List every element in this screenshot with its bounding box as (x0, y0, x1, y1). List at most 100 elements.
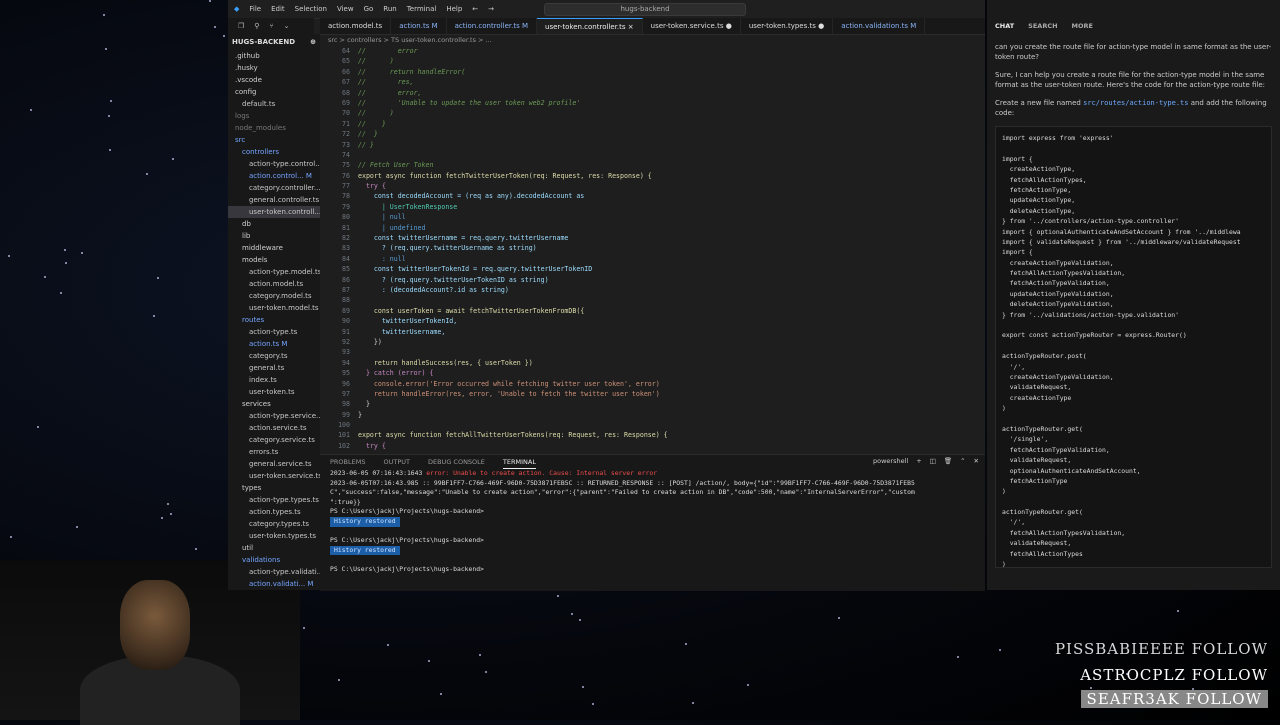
editor-tab[interactable]: action.controller.ts M (447, 18, 538, 34)
tree-item[interactable]: category.ts (228, 350, 320, 362)
code-text: const skip = Number.parseInt(req.query.s… (358, 451, 608, 452)
tree-item[interactable]: default.ts (228, 98, 320, 110)
code-editor[interactable]: 64 // error 65 // ) 66 // return handleError(… (320, 46, 985, 452)
panel-tab[interactable]: DEBUG CONSOLE (428, 455, 485, 469)
star (172, 158, 174, 160)
tree-item[interactable]: user-token.service.ts (228, 470, 320, 482)
menu-view[interactable]: View (337, 5, 354, 13)
tree-item[interactable]: .vscode (228, 74, 320, 86)
star (1090, 687, 1092, 689)
tree-item[interactable]: config (228, 86, 320, 98)
editor-tab[interactable]: user-token.service.ts ● (643, 18, 741, 34)
tree-item[interactable]: util (228, 542, 320, 554)
code-block-line: } from '../controllers/action-type.contr… (1002, 217, 1179, 226)
tree-item[interactable]: .github (228, 50, 320, 62)
tree-item[interactable]: validations (228, 554, 320, 566)
shell-selector[interactable]: powershell (873, 457, 908, 465)
tree-item[interactable]: action-type.types.ts (228, 494, 320, 506)
menu-help[interactable]: Help (446, 5, 462, 13)
source-control-icon[interactable]: ⑂ (269, 22, 273, 30)
tab-chat[interactable]: CHAT (995, 22, 1014, 30)
file-path-link[interactable]: src/routes/action-type.ts (1083, 99, 1188, 107)
menu-selection[interactable]: Selection (295, 5, 327, 13)
tree-item[interactable]: action-type.control... (228, 158, 320, 170)
tree-item[interactable]: action.service.ts (228, 422, 320, 434)
close-icon[interactable]: ✕ (974, 457, 979, 465)
code-block-line: fetchAllActionTypesValidation, (1002, 528, 1126, 537)
tree-item[interactable]: action-type.validati... (228, 566, 320, 578)
tree-item[interactable]: node_modules (228, 122, 320, 134)
code-line: 66 // return handleError( (320, 67, 985, 77)
tree-item[interactable]: action.validati... M (228, 578, 320, 590)
tree-item[interactable]: user-token.ts (228, 386, 320, 398)
tree-item[interactable]: errors.ts (228, 446, 320, 458)
tree-item[interactable]: user-token.controll... (228, 206, 320, 218)
editor-tab[interactable]: user-token.types.ts ● (741, 18, 834, 34)
terminal-text: PS C:\Users\jackj\Projects\hugs-backend> (330, 564, 484, 573)
menu-terminal[interactable]: Terminal (407, 5, 437, 13)
tree-item[interactable]: index.ts (228, 374, 320, 386)
command-center-search[interactable]: hugs-backend (544, 2, 747, 16)
tree-item[interactable]: .husky (228, 62, 320, 74)
breadcrumb[interactable]: src > controllers > TS user-token.contro… (320, 35, 492, 45)
code-block-line: import { (1002, 248, 1033, 257)
tab-search[interactable]: SEARCH (1028, 22, 1057, 30)
tree-item[interactable]: category.types.ts (228, 518, 320, 530)
tree-item[interactable]: lib (228, 230, 320, 242)
tree-item[interactable]: category.service.ts (228, 434, 320, 446)
tree-item[interactable]: user-token.types.ts (228, 530, 320, 542)
search-icon[interactable]: ⚲ (254, 22, 259, 30)
trash-icon[interactable]: 🗑 (944, 457, 952, 465)
menu-file[interactable]: File (249, 5, 261, 13)
panel-tab[interactable]: TERMINAL (502, 455, 536, 469)
tree-item[interactable]: controllers (228, 146, 320, 158)
tree-item[interactable]: general.ts (228, 362, 320, 374)
terminal-line: PS C:\Users\jackj\Projects\hugs-backend> (330, 565, 985, 575)
editor-tab[interactable]: action.model.ts (320, 18, 392, 34)
tree-item[interactable]: user-token.model.ts (228, 302, 320, 314)
tree-item[interactable]: action.ts M (228, 338, 320, 350)
tree-item[interactable]: category.controller... (228, 182, 320, 194)
tree-item[interactable]: logs (228, 110, 320, 122)
tree-item[interactable]: action.control... M (228, 170, 320, 182)
code-line: 91 twitterUsername, (320, 327, 985, 337)
nav-forward-icon[interactable]: → (488, 5, 494, 13)
split-terminal-icon[interactable]: ◫ (930, 457, 936, 465)
tree-item[interactable]: action-type.ts (228, 326, 320, 338)
tree-item[interactable]: models (228, 254, 320, 266)
tree-item[interactable]: action.model.ts (228, 278, 320, 290)
terminal-output[interactable]: 2023-06-05 07:16:43:1643 error: Unable t… (320, 469, 985, 575)
tab-more[interactable]: MORE (1072, 22, 1093, 30)
new-file-icon[interactable]: ⊕ (310, 38, 316, 46)
menu-edit[interactable]: Edit (271, 5, 285, 13)
editor-tab[interactable]: action.validation.ts M (833, 18, 926, 34)
code-block[interactable]: import express from 'express' import { cr… (995, 126, 1272, 568)
tree-item[interactable]: action-type.model.ts (228, 266, 320, 278)
tree-item[interactable]: action-type.service... (228, 410, 320, 422)
code-line: 101 export async function fetchAllTwitter… (320, 430, 985, 440)
editor-tab[interactable]: action.ts M (391, 18, 447, 34)
code-block-line: fetchAllActionTypes (1002, 549, 1083, 558)
code-block-line: validateRequest, (1002, 456, 1072, 465)
tree-item[interactable]: general.controller.ts (228, 194, 320, 206)
menu-run[interactable]: Run (383, 5, 396, 13)
tree-item[interactable]: middleware (228, 242, 320, 254)
panel-tab[interactable]: OUTPUT (383, 455, 410, 469)
editor-tab[interactable]: user-token.controller.ts × (537, 18, 643, 34)
tree-item[interactable]: routes (228, 314, 320, 326)
maximize-panel-icon[interactable]: ⌃ (960, 457, 965, 465)
tree-item[interactable]: db (228, 218, 320, 230)
nav-back-icon[interactable]: ← (472, 5, 478, 13)
tree-item[interactable]: src (228, 134, 320, 146)
copy-icon[interactable]: ❐ (238, 22, 244, 30)
add-terminal-icon[interactable]: + (916, 457, 921, 465)
tree-item[interactable]: types (228, 482, 320, 494)
panel-tab[interactable]: PROBLEMS (330, 455, 365, 469)
chevron-down-icon[interactable]: ⌄ (284, 22, 290, 30)
tree-item[interactable]: category.model.ts (228, 290, 320, 302)
tree-item[interactable]: general.service.ts (228, 458, 320, 470)
menu-go[interactable]: Go (364, 5, 374, 13)
tree-item[interactable]: services (228, 398, 320, 410)
code-line: 92 }) (320, 337, 985, 347)
tree-item[interactable]: action.types.ts (228, 506, 320, 518)
